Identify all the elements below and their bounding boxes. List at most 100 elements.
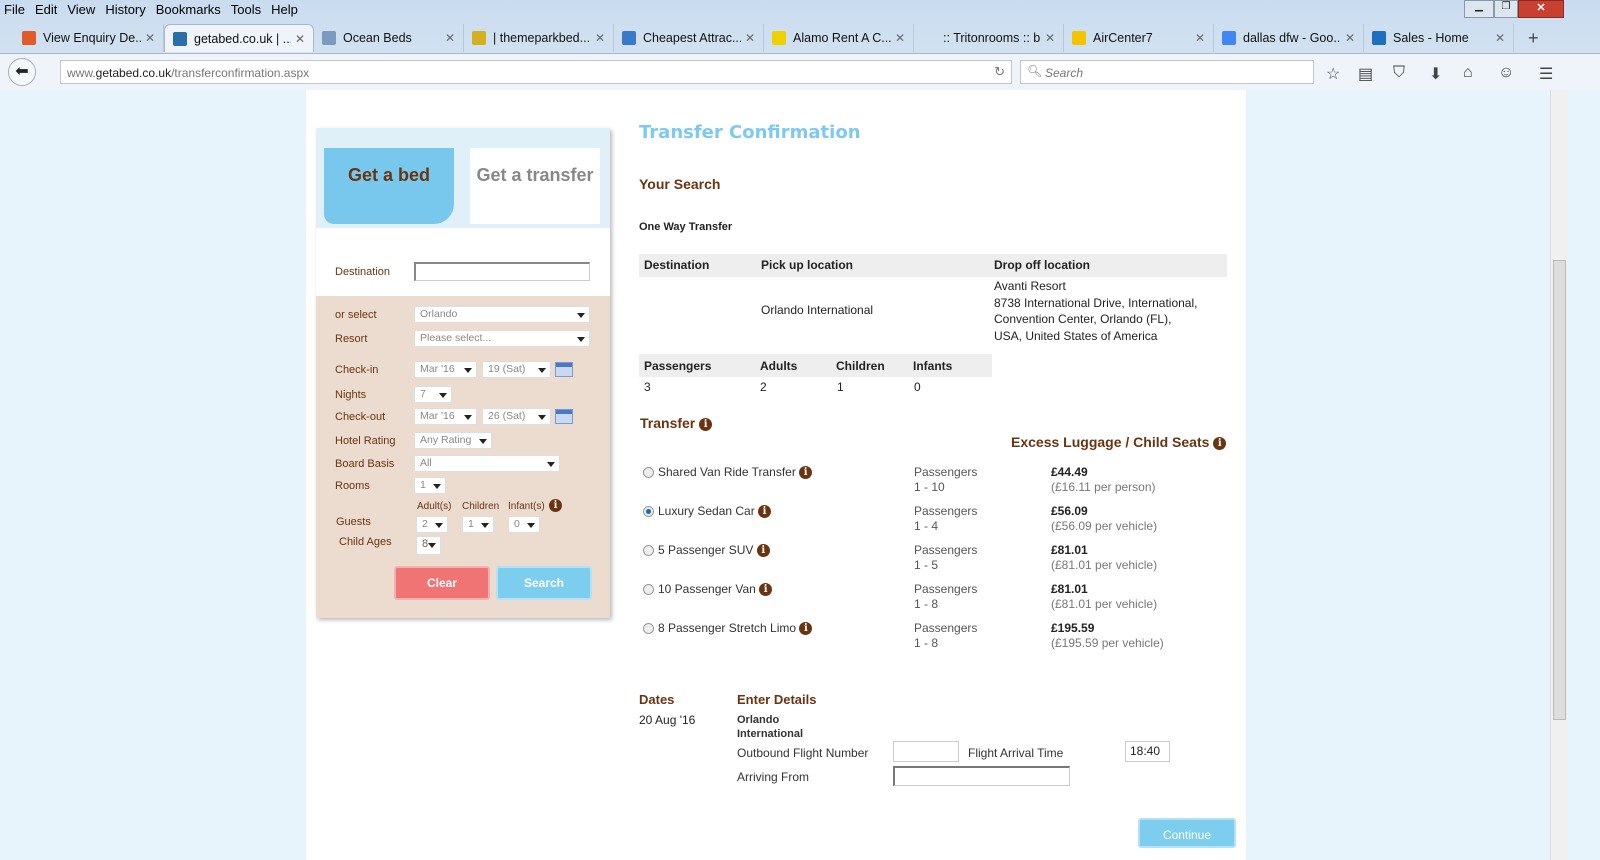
checkout-calendar-icon[interactable] <box>555 409 573 424</box>
checkout-month-select[interactable]: Mar '16 <box>414 408 477 425</box>
back-button[interactable]: ⬅ <box>8 58 36 86</box>
continue-button[interactable]: Continue <box>1138 818 1236 848</box>
option-info-icon[interactable]: i <box>756 544 770 558</box>
chat-icon[interactable]: ☺ <box>1498 64 1514 82</box>
transfer-radio[interactable] <box>643 506 654 518</box>
pocket-icon[interactable]: ⛉ <box>1393 64 1405 82</box>
close-tab-icon[interactable]: ✕ <box>595 31 605 45</box>
transfer-option[interactable]: Shared Van Ride Transfer i <box>643 465 813 480</box>
url-bar[interactable]: www.getabed.co.uk/transferconfirmation.a… <box>60 60 1012 84</box>
clear-button[interactable]: Clear <box>394 566 490 600</box>
close-tab-icon[interactable]: ✕ <box>745 31 755 45</box>
tab-get-a-transfer[interactable]: Get a transfer <box>470 148 600 224</box>
close-tab-icon[interactable]: ✕ <box>1195 31 1205 45</box>
transfer-radio[interactable] <box>643 623 654 635</box>
option-passengers: Passengers 1 - 5 <box>914 543 977 573</box>
tab-get-a-bed[interactable]: Get a bed <box>324 148 454 224</box>
board-basis-select[interactable]: All <box>414 455 560 472</box>
menu-icon[interactable]: ☰ <box>1539 64 1553 84</box>
checkout-day-select[interactable]: 26 (Sat) <box>482 408 551 425</box>
browser-tab[interactable]: Cheapest Attrac... ✕ <box>614 24 764 52</box>
option-info-icon[interactable]: i <box>759 583 773 597</box>
checkin-calendar-icon[interactable] <box>555 362 573 377</box>
flight-number-label: Outbound Flight Number <box>737 746 869 760</box>
infants-select[interactable]: 0 <box>508 516 540 533</box>
option-info-icon[interactable]: i <box>799 622 813 636</box>
close-tab-icon[interactable]: ✕ <box>295 32 305 46</box>
checkin-day-select[interactable]: 19 (Sat) <box>482 361 551 378</box>
arrival-time-input[interactable]: 18:40 <box>1125 741 1170 762</box>
close-tab-icon[interactable]: ✕ <box>1495 31 1505 45</box>
search-button[interactable]: Search <box>496 566 592 600</box>
bookmark-star-icon[interactable]: ☆ <box>1326 64 1340 84</box>
passengers-range: 1 - 8 <box>914 597 939 611</box>
hotel-rating-select[interactable]: Any Rating <box>414 432 492 449</box>
menu-bookmarks[interactable]: Bookmarks <box>156 2 221 17</box>
excess-info-icon[interactable]: i <box>1213 436 1227 450</box>
option-info-icon[interactable]: i <box>799 466 813 480</box>
browser-tab[interactable]: View Enquiry De... ✕ <box>14 24 164 52</box>
scrollbar-thumb[interactable] <box>1553 260 1566 720</box>
menu-help[interactable]: Help <box>271 2 298 17</box>
option-name: Luxury Sedan Car <box>658 504 755 518</box>
airport-line: Orlando <box>737 714 780 726</box>
browser-tab[interactable]: AirCenter7 ✕ <box>1064 24 1214 52</box>
menu-edit[interactable]: Edit <box>35 2 57 17</box>
flight-number-input[interactable] <box>893 741 959 762</box>
browser-tab[interactable]: getabed.co.uk | ... ✕ <box>164 24 314 52</box>
transfer-option[interactable]: 8 Passenger Stretch Limo i <box>643 621 813 636</box>
restore-button[interactable]: ❐ <box>1494 0 1518 18</box>
close-tab-icon[interactable]: ✕ <box>445 31 455 45</box>
resort-select[interactable]: Please select... <box>414 330 590 347</box>
child-age-input[interactable]: 8 <box>416 536 441 555</box>
child-ages-label: Child Ages <box>339 536 392 548</box>
transfer-radio[interactable] <box>643 467 654 479</box>
adults-select[interactable]: 2 <box>416 516 448 533</box>
close-tab-icon[interactable]: ✕ <box>1345 31 1355 45</box>
transfer-radio[interactable] <box>643 584 654 596</box>
transfer-option[interactable]: 5 Passenger SUV i <box>643 543 770 558</box>
reload-icon[interactable]: ↻ <box>994 64 1005 80</box>
new-tab-button[interactable]: + <box>1528 28 1539 49</box>
menu-tools[interactable]: Tools <box>231 2 261 17</box>
browser-tab[interactable]: dallas dfw - Goo... ✕ <box>1214 24 1364 52</box>
price-detail: (£56.09 per vehicle) <box>1051 519 1158 533</box>
destination-select[interactable]: Orlando <box>414 306 590 323</box>
minimize-button[interactable]: ▁ <box>1464 0 1494 18</box>
destination-input[interactable] <box>414 262 590 281</box>
close-tab-icon[interactable]: ✕ <box>1045 31 1055 45</box>
menu-file[interactable]: File <box>4 2 25 17</box>
home-icon[interactable]: ⌂ <box>1463 64 1473 82</box>
option-info-icon[interactable]: i <box>758 505 772 519</box>
option-name: 8 Passenger Stretch Limo <box>658 621 797 635</box>
menu-bar: File Edit View History Bookmarks Tools H… <box>4 2 298 17</box>
menu-history[interactable]: History <box>105 2 145 17</box>
search-input[interactable]: 🔍︎ Search <box>1020 60 1314 84</box>
excess-luggage-text[interactable]: Excess Luggage / Child Seats <box>1011 434 1209 450</box>
scrollbar[interactable] <box>1550 90 1568 860</box>
browser-tab[interactable]: Alamo Rent A C... ✕ <box>764 24 914 52</box>
close-tab-icon[interactable]: ✕ <box>145 31 155 45</box>
browser-tab[interactable]: :: Tritonrooms :: brin... ✕ <box>914 24 1064 52</box>
infants-label: Infant(s) <box>508 501 545 512</box>
arriving-from-input[interactable] <box>893 766 1070 786</box>
close-window-button[interactable]: ✕ <box>1518 0 1564 18</box>
bookmarks-list-icon[interactable]: ▤ <box>1358 64 1373 84</box>
browser-tab[interactable]: Ocean Beds ✕ <box>314 24 464 52</box>
download-icon[interactable]: ⬇ <box>1429 64 1442 84</box>
nav-bar: ⬅ www.getabed.co.uk/transferconfirmation… <box>0 53 1600 90</box>
transfer-option[interactable]: 10 Passenger Van i <box>643 582 773 597</box>
browser-tab[interactable]: Sales - Home ✕ <box>1364 24 1514 52</box>
transfer-radio[interactable] <box>643 545 654 557</box>
browser-tab[interactable]: | themeparkbed... ✕ <box>464 24 614 52</box>
menu-view[interactable]: View <box>67 2 95 17</box>
children-select[interactable]: 1 <box>462 516 494 533</box>
checkin-month-select[interactable]: Mar '16 <box>414 361 477 378</box>
transfer-option[interactable]: Luxury Sedan Car i <box>643 504 772 519</box>
price-detail: (£16.11 per person) <box>1051 480 1156 494</box>
rooms-select[interactable]: 1 <box>414 477 446 494</box>
transfer-info-icon[interactable]: i <box>699 417 713 431</box>
guests-info-icon[interactable]: i <box>549 499 562 512</box>
close-tab-icon[interactable]: ✕ <box>895 31 905 45</box>
nights-select[interactable]: 7 <box>414 386 452 403</box>
